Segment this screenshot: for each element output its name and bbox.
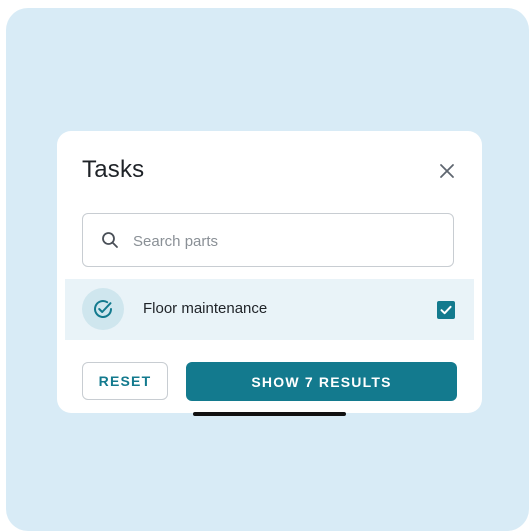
close-button[interactable]: [437, 161, 457, 181]
search-field[interactable]: [82, 213, 454, 267]
task-item-floor-maintenance[interactable]: Floor maintenance: [65, 279, 474, 340]
reset-button[interactable]: RESET: [82, 362, 168, 400]
show-results-button[interactable]: SHOW 7 RESULTS: [186, 362, 457, 401]
checkmark-icon: [440, 305, 452, 315]
task-label: Floor maintenance: [143, 300, 268, 317]
task-checkbox[interactable]: [437, 301, 455, 319]
task-badge: [82, 288, 124, 330]
close-icon: [440, 164, 454, 178]
dialog-title: Tasks: [82, 156, 145, 183]
search-icon: [102, 232, 118, 248]
check-circle-icon: [94, 300, 112, 318]
home-indicator: [193, 412, 346, 416]
search-input[interactable]: [131, 228, 435, 254]
tasks-dialog: Tasks Floor maintenance RESET SHOW 7 RES…: [57, 131, 482, 413]
